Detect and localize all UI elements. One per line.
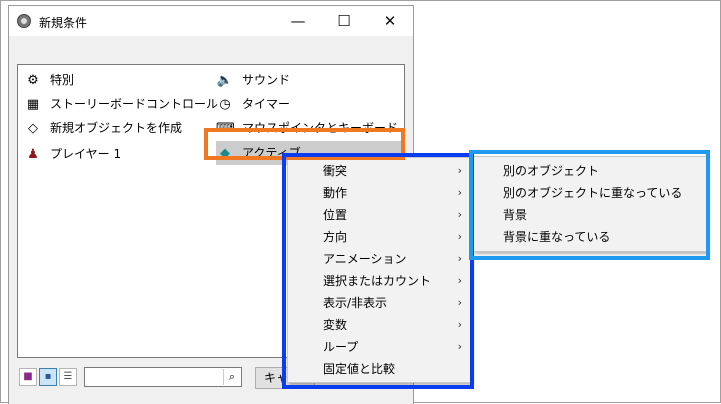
- menu-item-label: アニメーション: [323, 252, 407, 266]
- submenu-item-overlapping-object[interactable]: 別のオブジェクトに重なっている: [474, 182, 706, 204]
- menu-item-visibility[interactable]: 表示/非表示 ›: [288, 292, 470, 314]
- title-bar: 新規条件 — ☐ ✕: [9, 6, 413, 36]
- menu-item-variables[interactable]: 変数 ›: [288, 314, 470, 336]
- submenu-arrow-icon: ›: [457, 274, 462, 287]
- list-item-label: ストーリーボードコントロール: [50, 97, 219, 111]
- keyboard-icon: ⌨: [216, 120, 235, 136]
- app-icon: [17, 14, 31, 28]
- menu-item-label: 衝突: [323, 164, 348, 178]
- joystick-icon: ♟: [27, 146, 39, 162]
- submenu-arrow-icon: ›: [457, 252, 462, 265]
- stopwatch-icon: ◷: [219, 96, 231, 112]
- menu-item-direction[interactable]: 方向 ›: [288, 226, 470, 248]
- view-large-icons-button[interactable]: ■: [19, 368, 37, 386]
- list-item-player-1[interactable]: ♟ プレイヤー 1: [24, 143, 121, 165]
- list-item-timer[interactable]: ◷ タイマー: [216, 93, 290, 115]
- list-item-label: 新規オブジェクトを作成: [50, 121, 183, 135]
- menu-item-movement[interactable]: 動作 ›: [288, 182, 470, 204]
- menu-item-label: 別のオブジェクト: [503, 164, 600, 178]
- menu-item-label: 方向: [323, 230, 348, 244]
- list-item-sound[interactable]: 🔈 サウンド: [216, 69, 290, 91]
- minimize-button[interactable]: —: [275, 6, 321, 36]
- checkered-flag-icon: ▦: [26, 96, 40, 112]
- new-object-icon: ◇: [28, 120, 38, 136]
- menu-item-label: 固定値と比較: [323, 362, 396, 376]
- list-item-create-object[interactable]: ◇ 新規オブジェクトを作成: [24, 117, 182, 139]
- view-small-icons-button[interactable]: ▪: [39, 368, 57, 386]
- list-item-label: プレイヤー 1: [50, 147, 122, 161]
- submenu-arrow-icon: ›: [457, 318, 462, 331]
- maximize-button[interactable]: ☐: [321, 6, 367, 36]
- list-item-label: マウスポインタとキーボード: [242, 121, 399, 135]
- menu-item-select-count[interactable]: 選択またはカウント ›: [288, 270, 470, 292]
- submenu-arrow-icon: ›: [457, 230, 462, 243]
- collision-submenu: 別のオブジェクト 別のオブジェクトに重なっている 背景 背景に重なっている: [473, 156, 707, 252]
- submenu-item-another-object[interactable]: 別のオブジェクト: [474, 160, 706, 182]
- menu-item-label: 動作: [323, 186, 348, 200]
- menu-item-label: 表示/非表示: [323, 296, 388, 310]
- menu-item-label: 位置: [323, 208, 348, 222]
- submenu-arrow-icon: ›: [457, 208, 462, 221]
- gears-icon: ⚙: [27, 72, 39, 88]
- menu-item-loop[interactable]: ループ ›: [288, 336, 470, 358]
- menu-item-collision[interactable]: 衝突 ›: [288, 160, 470, 182]
- close-button[interactable]: ✕: [367, 6, 413, 36]
- list-item-label: タイマー: [242, 97, 291, 111]
- submenu-arrow-icon: ›: [457, 340, 462, 353]
- list-item-storyboard[interactable]: ▦ ストーリーボードコントロール: [24, 93, 218, 115]
- context-menu: 衝突 › 動作 › 位置 › 方向 › アニメーション › 選択またはカウント › 表示/非…: [287, 157, 471, 383]
- list-item-label: 特別: [50, 73, 75, 87]
- menu-item-label: 背景: [503, 208, 528, 222]
- active-object-icon: ◆: [220, 145, 230, 161]
- list-item-special[interactable]: ⚙ 特別: [24, 69, 74, 91]
- view-list-button[interactable]: ☰: [59, 368, 77, 386]
- menu-item-animation[interactable]: アニメーション ›: [288, 248, 470, 270]
- menu-item-label: 別のオブジェクトに重なっている: [503, 186, 683, 200]
- window-title: 新規条件: [39, 16, 88, 30]
- submenu-item-background[interactable]: 背景: [474, 204, 706, 226]
- list-item-label: サウンド: [242, 73, 291, 87]
- speaker-icon: 🔈: [216, 72, 234, 88]
- search-input[interactable]: ⌕: [84, 367, 242, 387]
- menu-item-label: 背景に重なっている: [503, 230, 611, 244]
- submenu-arrow-icon: ›: [457, 296, 462, 309]
- search-icon[interactable]: ⌕: [223, 369, 240, 385]
- menu-item-label: 変数: [323, 318, 348, 332]
- menu-item-label: 選択またはカウント: [323, 274, 432, 288]
- submenu-item-overlapping-background[interactable]: 背景に重なっている: [474, 226, 706, 248]
- menu-item-compare-constant[interactable]: 固定値と比較: [288, 358, 470, 380]
- menu-item-label: ループ: [323, 340, 359, 354]
- submenu-arrow-icon: ›: [457, 186, 462, 199]
- menu-item-position[interactable]: 位置 ›: [288, 204, 470, 226]
- submenu-arrow-icon: ›: [457, 164, 462, 177]
- list-item-mouse-keyboard[interactable]: ⌨ マウスポインタとキーボード: [216, 117, 398, 139]
